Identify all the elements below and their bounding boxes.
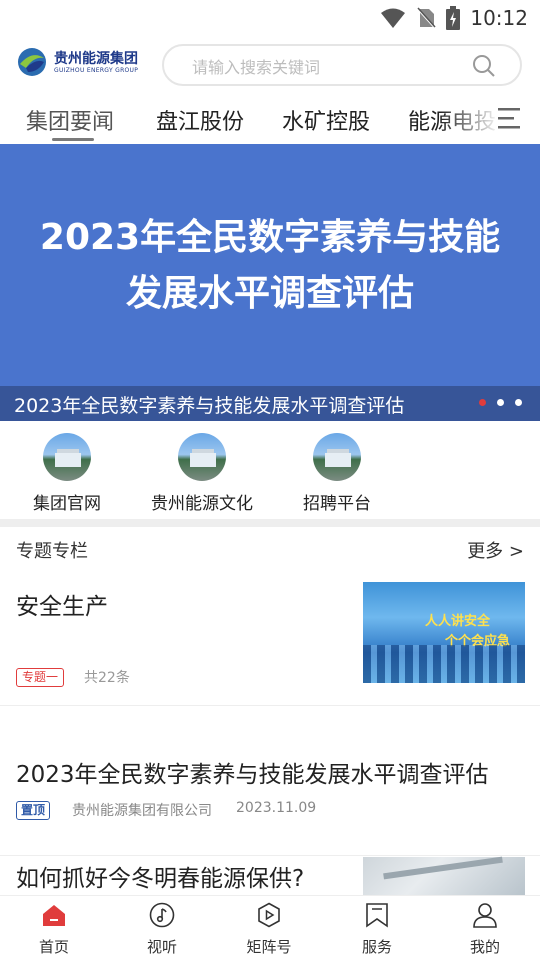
app-logo[interactable]: 贵州能源集团 GUIZHOU ENERGY GROUP [16, 46, 138, 78]
carousel-dot[interactable] [515, 399, 522, 406]
search-icon[interactable] [472, 54, 496, 78]
thumbnail-figures [363, 645, 525, 683]
nav-label: 视听 [146, 938, 177, 956]
more-link[interactable]: 更多 > [467, 537, 524, 563]
nav-label: 服务 [361, 938, 392, 956]
user-icon [473, 903, 497, 928]
banner-title: 2023年全民数字素养与技能 发展水平调查评估 [0, 210, 540, 322]
topic-badge: 专题一 [16, 668, 65, 687]
carousel-dot[interactable] [497, 399, 504, 406]
home-icon [43, 905, 65, 926]
quick-links: 集团官网 贵州能源文化 招聘平台 [0, 421, 540, 519]
banner-carousel[interactable]: 2023年全民数字素养与技能 发展水平调查评估 2023年全民数字素养与技能发展… [0, 144, 540, 421]
building-icon [178, 433, 226, 481]
app-header: 贵州能源集团 GUIZHOU ENERGY GROUP [0, 36, 540, 94]
nav-home[interactable]: 首页 [14, 902, 94, 957]
section-divider [0, 519, 540, 527]
bottom-nav: 首页 视听 矩阵号 服务 我的 [0, 895, 540, 961]
tab-panjiang[interactable]: 盘江股份 [156, 104, 244, 136]
logo-name-cn: 贵州能源集团 [54, 50, 138, 67]
clock: 10:12 [470, 6, 528, 30]
nav-service[interactable]: 服务 [337, 902, 417, 957]
feed-thumbnail [363, 857, 525, 895]
quicklink-culture[interactable]: 贵州能源文化 [142, 433, 262, 514]
carousel-dots [479, 399, 522, 406]
search-bar[interactable] [162, 44, 522, 86]
item-count: 共22条 [84, 670, 130, 686]
carousel-dot[interactable] [479, 399, 486, 406]
building-icon [43, 433, 91, 481]
feed-item-date: 2023.11.09 [236, 800, 317, 816]
search-input[interactable] [190, 54, 464, 80]
nav-audio-video[interactable]: 视听 [122, 902, 202, 957]
feed-item-title: 2023年全民数字素养与技能发展水平调查评估 [16, 762, 489, 788]
menu-icon[interactable] [498, 106, 524, 130]
quicklink-label: 招聘平台 [303, 494, 371, 514]
nav-label: 首页 [38, 938, 69, 956]
status-icons: 10:12 [380, 6, 528, 30]
status-bar: 10:12 [0, 0, 540, 36]
no-sim-icon [416, 7, 437, 29]
feed-item-source: 贵州能源集团有限公司 [72, 803, 212, 819]
building-icon [313, 433, 361, 481]
quicklink-label: 贵州能源文化 [151, 494, 253, 514]
quicklink-label: 集团官网 [33, 494, 101, 514]
tabs-fade [440, 94, 500, 144]
logo-mark-icon [18, 48, 46, 76]
nav-matrix[interactable]: 矩阵号 [229, 902, 309, 957]
feed-item[interactable]: 如何抓好今冬明春能源保供? [0, 855, 540, 895]
battery-icon [446, 6, 461, 30]
bookmark-icon [366, 903, 388, 928]
feed-item-title: 如何抓好今冬明春能源保供? [16, 866, 305, 892]
logo-text: 贵州能源集团 GUIZHOU ENERGY GROUP [54, 51, 138, 74]
quicklink-recruitment[interactable]: 招聘平台 [277, 433, 397, 514]
wifi-icon [381, 8, 406, 28]
feed-item[interactable]: 2023年全民数字素养与技能发展水平调查评估 置顶 贵州能源集团有限公司 202… [0, 705, 540, 856]
banner-caption-bar: 2023年全民数字素养与技能发展水平调查评估 [0, 386, 540, 421]
feed-item[interactable]: 安全生产 专题一 共22条 人人讲安全 个个会应急 [0, 569, 540, 706]
nav-label: 矩阵号 [246, 938, 292, 956]
tab-shuikuang[interactable]: 水矿控股 [282, 104, 370, 136]
nav-profile[interactable]: 我的 [445, 902, 525, 957]
music-icon [149, 902, 175, 928]
logo-name-en: GUIZHOU ENERGY GROUP [54, 66, 139, 74]
tab-group-news[interactable]: 集团要闻 [26, 104, 114, 136]
banner-title-line-2: 发展水平调查评估 [125, 273, 414, 314]
play-icon [258, 902, 280, 928]
special-column-header: 专题专栏 更多 > [0, 527, 540, 569]
channel-tabs: 集团要闻 盘江股份 水矿控股 能源电投 [0, 94, 540, 144]
pinned-badge: 置顶 [16, 801, 51, 820]
banner-title-line-1: 2023年全民数字素养与技能 [39, 217, 501, 258]
active-tab-indicator [52, 138, 94, 141]
thumbnail-caption: 人人讲安全 [425, 614, 491, 629]
nav-label: 我的 [469, 938, 500, 956]
section-title: 专题专栏 [16, 541, 88, 562]
feed-item-title: 安全生产 [16, 594, 108, 620]
banner-caption: 2023年全民数字素养与技能发展水平调查评估 [14, 395, 405, 417]
quicklink-official-site[interactable]: 集团官网 [7, 433, 127, 514]
feed-thumbnail: 人人讲安全 个个会应急 [363, 582, 525, 683]
